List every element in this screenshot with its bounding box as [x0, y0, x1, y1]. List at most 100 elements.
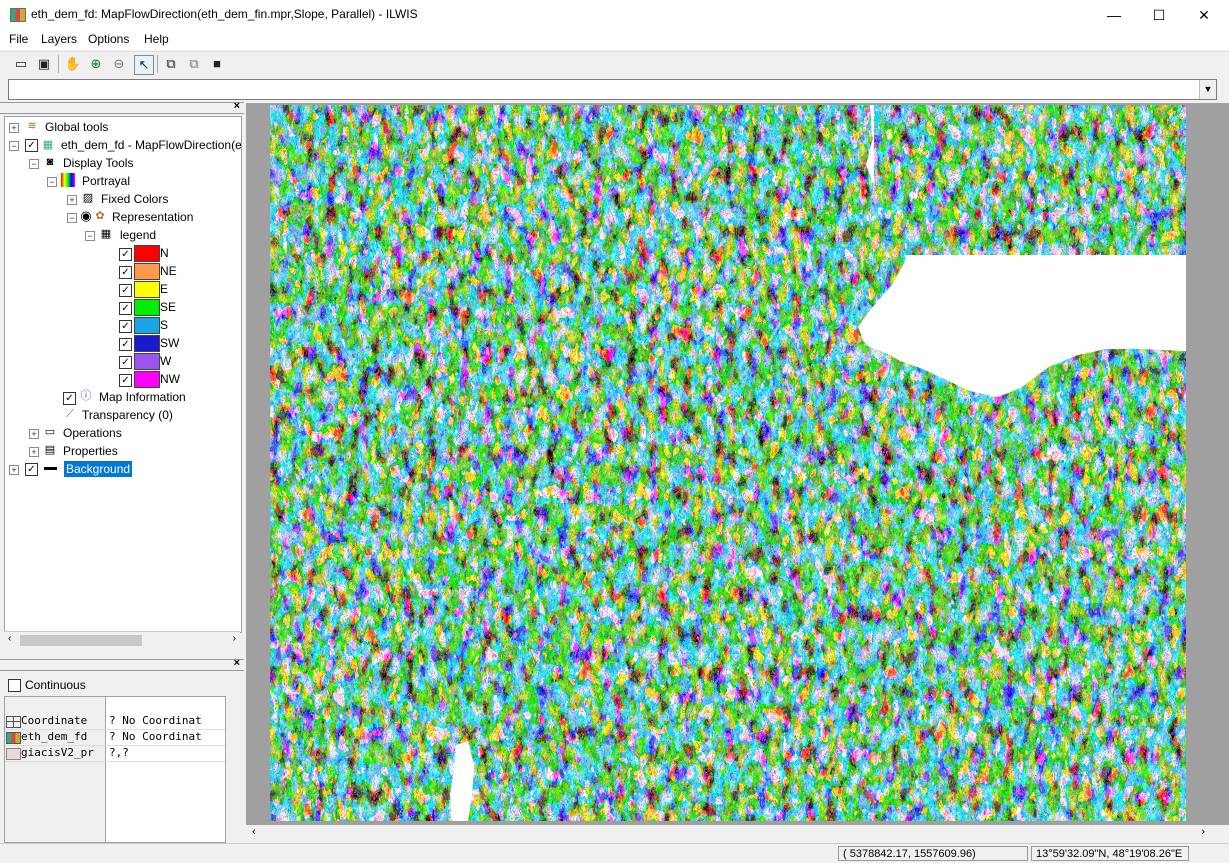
- display-icon[interactable]: ▣: [35, 55, 53, 73]
- tree-background[interactable]: Background: [64, 461, 133, 477]
- tree-global-tools[interactable]: Global tools: [45, 119, 108, 135]
- new-map-icon[interactable]: ▭: [12, 55, 30, 73]
- raster-map-icon: ▦: [42, 139, 54, 151]
- tree-layer[interactable]: eth_dem_fd - MapFlowDirection(e: [61, 137, 241, 153]
- tree-horizontal-scrollbar[interactable]: ‹ ›: [4, 631, 240, 649]
- collapse-icon[interactable]: −: [67, 213, 77, 223]
- pixel-info-value: ?,?: [109, 746, 129, 759]
- tree-properties[interactable]: Properties: [63, 443, 118, 459]
- status-latlon: 13°59'32.09"N, 48°19'08.26"E: [1031, 846, 1189, 861]
- layer-combo-box[interactable]: ▼: [8, 79, 1217, 100]
- legend-checkbox-s[interactable]: ✓: [119, 320, 132, 333]
- toolbar-separator: [157, 55, 158, 73]
- background-line-icon: [43, 461, 57, 475]
- status-coordinates: ( 5378842.17, 1557609.96): [838, 846, 1028, 861]
- flow-direction-map[interactable]: [270, 105, 1186, 821]
- scroll-right-icon[interactable]: ›: [1201, 826, 1205, 838]
- scroll-left-icon[interactable]: ‹: [8, 633, 11, 644]
- legend-swatch-ne: [134, 263, 160, 280]
- legend-checkbox-n[interactable]: ✓: [119, 248, 132, 261]
- pixel-info-name: giacisV2_pr: [21, 746, 94, 759]
- pixel-info-grid: Coordinate ? No Coordinat eth_dem_fd ? N…: [4, 696, 226, 843]
- menu-layers[interactable]: Layers: [41, 32, 77, 46]
- tree-display-tools[interactable]: Display Tools: [63, 155, 133, 171]
- portrayal-icon: [61, 173, 75, 187]
- legend-label-e: E: [160, 282, 169, 296]
- continuous-checkbox[interactable]: [8, 679, 21, 692]
- tree-representation[interactable]: Representation: [112, 209, 193, 225]
- scroll-thumb[interactable]: [20, 635, 142, 646]
- chevron-down-icon[interactable]: ▼: [1199, 80, 1216, 99]
- fixed-colors-icon: ▨: [82, 192, 94, 204]
- legend-swatch-s: [134, 317, 160, 334]
- minimize-button[interactable]: —: [1091, 0, 1137, 30]
- legend-checkbox-ne[interactable]: ✓: [119, 266, 132, 279]
- map-view[interactable]: [270, 105, 1186, 821]
- close-button[interactable]: ✕: [1181, 0, 1227, 30]
- legend-swatch-sw: [134, 335, 160, 352]
- expand-icon[interactable]: +: [29, 447, 39, 457]
- table-row[interactable]: Coordinate ? No Coordinat: [5, 713, 225, 730]
- expand-icon[interactable]: +: [9, 123, 19, 133]
- radio-icon[interactable]: ◉: [79, 209, 93, 223]
- collapse-icon[interactable]: −: [47, 177, 57, 187]
- menu-bar: File Layers Options Help: [0, 30, 1229, 50]
- expand-icon[interactable]: +: [29, 429, 39, 439]
- status-bar: ( 5378842.17, 1557609.96) 13°59'32.09"N,…: [0, 843, 1229, 863]
- layer-checkbox[interactable]: ✓: [25, 139, 38, 152]
- zoom-in-icon[interactable]: ⊕: [87, 55, 105, 73]
- legend-swatch-n: [134, 245, 160, 262]
- table-row[interactable]: giacisV2_pr ?,?: [5, 745, 225, 762]
- tree-fixed-colors[interactable]: Fixed Colors: [101, 191, 168, 207]
- map-information-checkbox[interactable]: ✓: [63, 392, 76, 405]
- select-pointer-icon[interactable]: ↖: [134, 55, 154, 75]
- raster-map-icon: [6, 732, 21, 744]
- legend-swatch-nw: [134, 371, 160, 388]
- tree-legend[interactable]: legend: [120, 227, 156, 243]
- map-horizontal-scrollbar[interactable]: ‹ ›: [246, 825, 1229, 842]
- expand-icon[interactable]: +: [9, 465, 19, 475]
- collapse-icon[interactable]: −: [85, 231, 95, 241]
- legend-label-s: S: [160, 318, 169, 332]
- pixel-info-value: ? No Coordinat: [109, 714, 202, 727]
- background-checkbox[interactable]: ✓: [25, 463, 38, 476]
- paste-icon[interactable]: ⧉: [185, 55, 203, 73]
- title-bar: eth_dem_fd: MapFlowDirection(eth_dem_fin…: [0, 0, 1229, 30]
- legend-label-sw: SW: [160, 336, 180, 350]
- pixel-info-name: Coordinate: [21, 714, 88, 727]
- collapse-icon[interactable]: −: [9, 141, 19, 151]
- zoom-out-icon[interactable]: ⊖: [110, 55, 128, 73]
- properties-icon: ▤: [44, 444, 56, 456]
- operations-icon: ▭: [44, 426, 56, 438]
- scroll-left-icon[interactable]: ‹: [252, 826, 256, 838]
- layer-tree: + ≋ Global tools − ✓ ▦ eth_dem_fd - MapF…: [4, 116, 242, 633]
- menu-options[interactable]: Options: [88, 32, 129, 46]
- tree-map-information[interactable]: Map Information: [99, 389, 186, 405]
- table-row[interactable]: eth_dem_fd ? No Coordinat: [5, 729, 225, 746]
- expand-icon[interactable]: +: [67, 195, 77, 205]
- menu-file[interactable]: File: [9, 32, 28, 46]
- pan-icon[interactable]: ✋: [64, 55, 82, 73]
- legend-checkbox-sw[interactable]: ✓: [119, 338, 132, 351]
- menu-help[interactable]: Help: [144, 32, 169, 46]
- copy-icon[interactable]: ⧉: [162, 55, 180, 73]
- ilwis-app-icon: [10, 8, 26, 22]
- scroll-right-icon[interactable]: ›: [233, 633, 236, 644]
- collapse-icon[interactable]: −: [29, 159, 39, 169]
- legend-checkbox-se[interactable]: ✓: [119, 302, 132, 315]
- panel-title-bar: ×: [0, 657, 244, 671]
- legend-label-nw: NW: [160, 372, 180, 386]
- tree-portrayal[interactable]: Portrayal: [82, 173, 130, 189]
- close-panel-icon[interactable]: ×: [234, 100, 240, 112]
- tree-transparency[interactable]: Transparency (0): [82, 407, 173, 423]
- legend-checkbox-e[interactable]: ✓: [119, 284, 132, 297]
- maximize-button[interactable]: ☐: [1136, 0, 1182, 30]
- close-panel-icon[interactable]: ×: [234, 657, 240, 669]
- pixel-info-name: eth_dem_fd: [21, 730, 88, 743]
- global-tools-icon: ≋: [27, 120, 37, 132]
- tree-operations[interactable]: Operations: [63, 425, 122, 441]
- save-icon[interactable]: ■: [208, 55, 226, 73]
- legend-checkbox-nw[interactable]: ✓: [119, 374, 132, 387]
- legend-checkbox-w[interactable]: ✓: [119, 356, 132, 369]
- toolbar: ▭ ▣ ✋ ⊕ ⊖ ↖ ⧉ ⧉ ■: [0, 51, 1229, 77]
